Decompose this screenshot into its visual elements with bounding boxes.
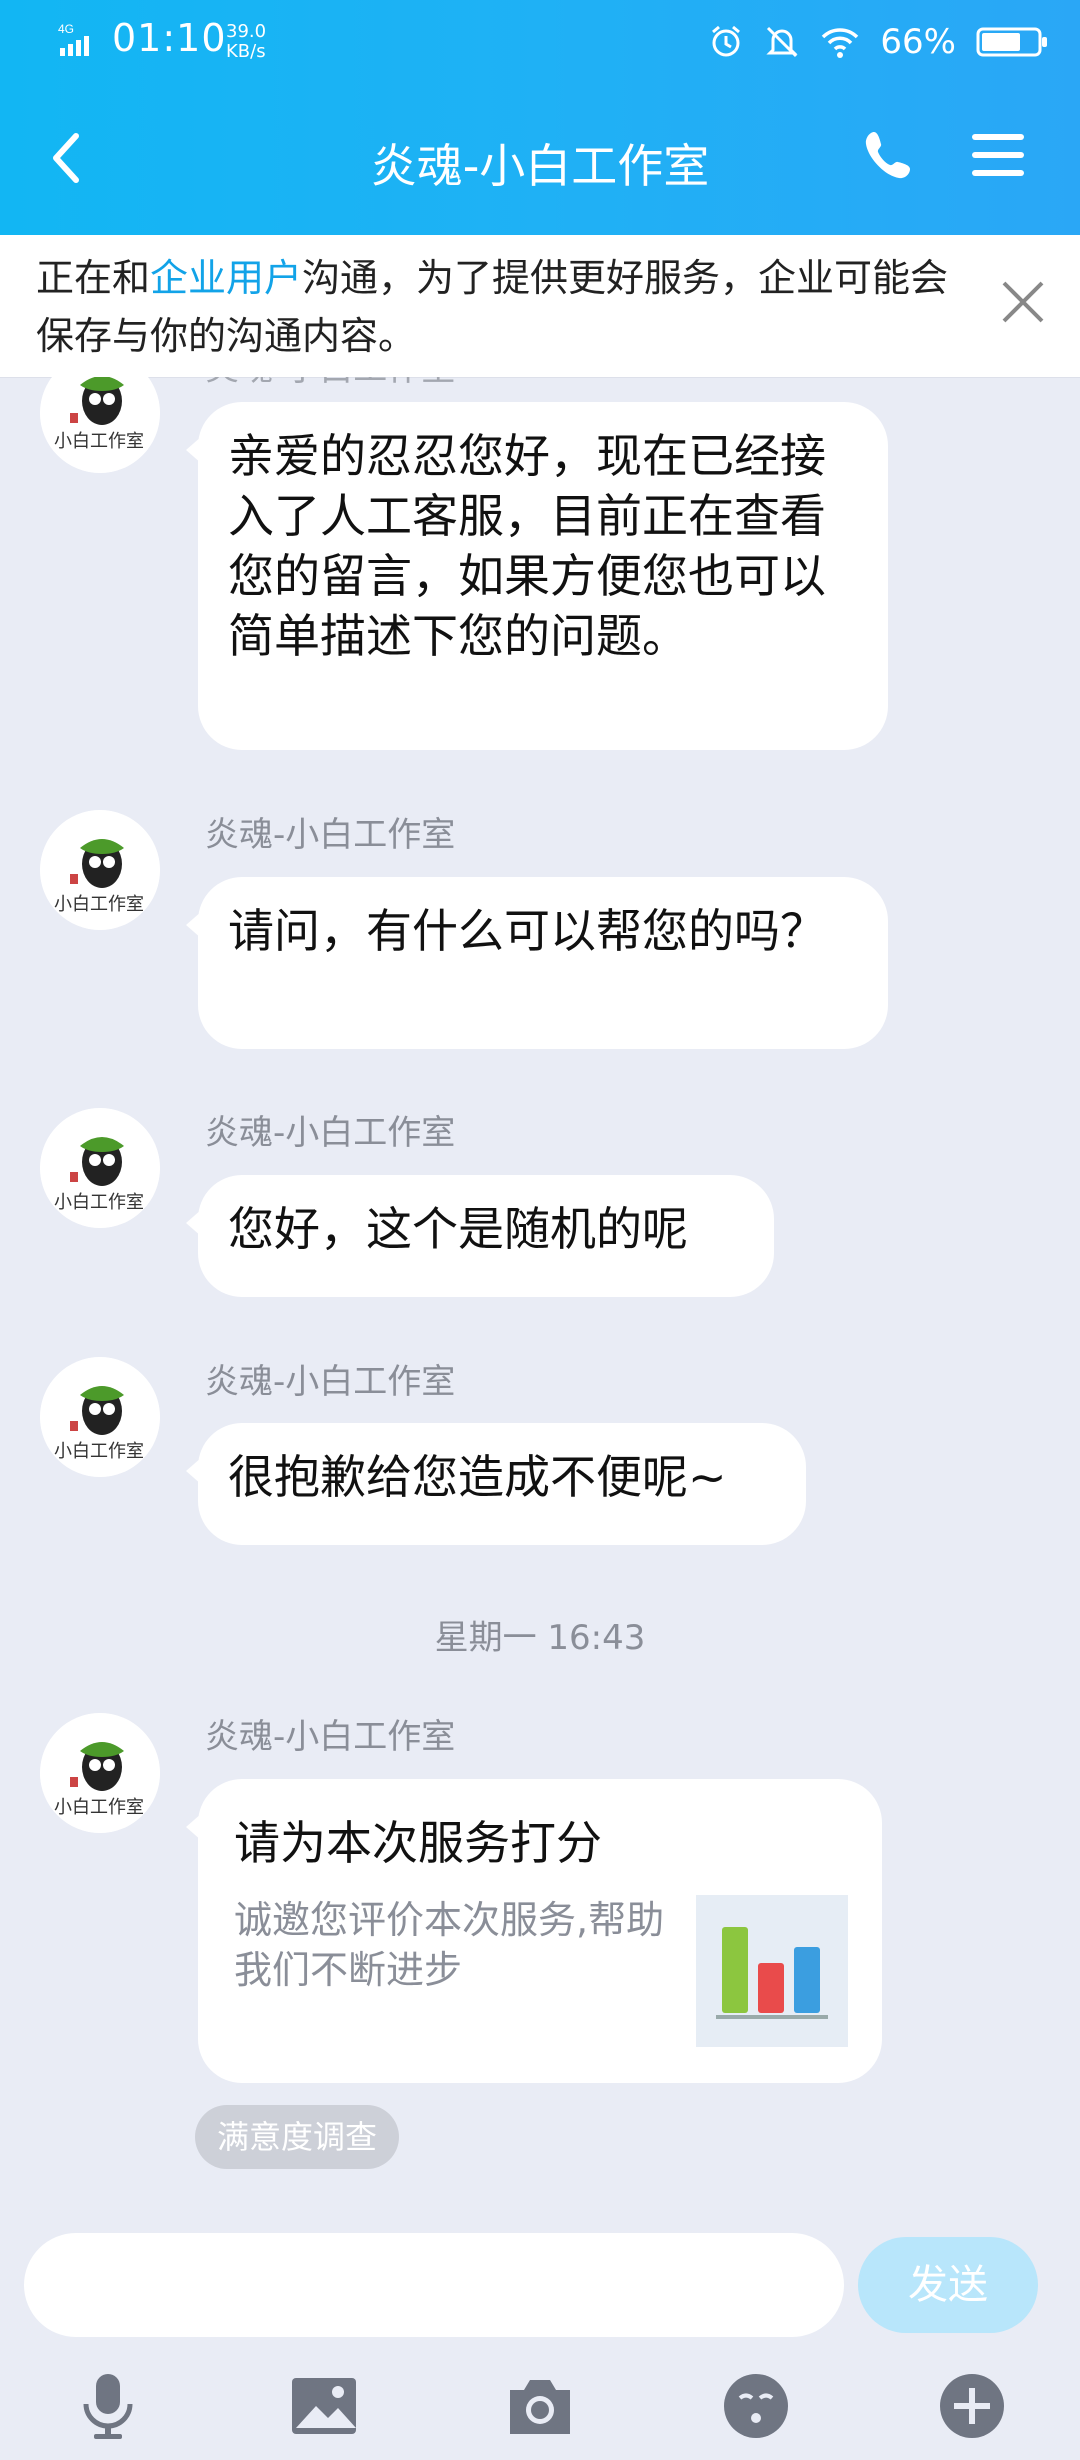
image-icon[interactable] <box>288 2370 360 2442</box>
svg-text:小白工作室: 小白工作室 <box>54 1441 144 1461</box>
message-bubble[interactable]: 请问，有什么可以帮您的吗？ <box>186 877 888 1049</box>
notice-text: 正在和企业用户沟通，为了提供更好服务，企业可能会保存与你的沟通内容。 <box>36 249 986 365</box>
alarm-icon <box>712 25 741 57</box>
message-bubble[interactable]: 很抱歉给您造成不便呢~ <box>186 1423 806 1545</box>
sender-name: 炎魂-小白工作室 <box>205 815 456 855</box>
phone-call-icon[interactable] <box>860 126 916 186</box>
sender-name: 炎魂-小白工作室 <box>205 1362 456 1402</box>
menu-icon[interactable] <box>970 130 1026 180</box>
message-bubble[interactable]: 亲爱的忍忍您好，现在已经接入了人工客服，目前正在查看您的留言，如果方便您也可以简… <box>186 402 888 750</box>
avatar[interactable]: 小白工作室 <box>40 1108 160 1228</box>
network-speed-unit: KB/s <box>226 41 266 62</box>
timestamp: 星期一 16:43 <box>434 1618 646 1658</box>
close-notice-icon[interactable] <box>998 277 1048 327</box>
microphone-icon[interactable] <box>72 2370 144 2442</box>
chat-title: 炎魂-小白工作室 <box>370 139 710 193</box>
card-title: 请为本次服务打分 <box>234 1816 602 1870</box>
avatar[interactable]: 小白工作室 <box>40 810 160 930</box>
sender-name: 炎魂-小白工作室 <box>205 1717 456 1757</box>
studio-logo-icon: 小白工作室 <box>40 1357 160 1477</box>
emoji-icon[interactable] <box>720 2370 792 2442</box>
network-type: 4G <box>58 22 74 36</box>
status-bar: 4G 01:10 39.0 KB/s 66% <box>0 0 1080 84</box>
notice-prefix: 正在和 <box>36 256 151 300</box>
message-text: 请问，有什么可以帮您的吗？ <box>228 904 826 958</box>
bottom-toolbar <box>0 2340 1080 2460</box>
studio-logo-icon: 小白工作室 <box>40 377 160 473</box>
wifi-icon <box>822 28 859 58</box>
battery-icon <box>976 27 1047 57</box>
avatar[interactable]: 小白工作室 <box>40 377 160 473</box>
network-speed-value: 39.0 <box>226 21 267 42</box>
input-bar: 发送 <box>0 2227 1080 2337</box>
svg-text:小白工作室: 小白工作室 <box>54 1192 144 1212</box>
send-button[interactable]: 发送 <box>858 2237 1038 2333</box>
bar-chart-icon <box>696 1895 848 2047</box>
sender-name: 炎魂-小白工作室 <box>205 377 455 390</box>
studio-logo-icon: 小白工作室 <box>40 810 160 930</box>
survey-tag[interactable]: 满意度调查 <box>195 2105 400 2169</box>
plus-icon[interactable] <box>936 2370 1008 2442</box>
notice-highlight-link[interactable]: 企业用户 <box>150 256 302 300</box>
message-bubble[interactable]: 您好，这个是随机的呢 <box>186 1175 774 1297</box>
studio-logo-icon: 小白工作室 <box>40 1108 160 1228</box>
avatar[interactable]: 小白工作室 <box>40 1357 160 1477</box>
status-time: 01:10 <box>112 16 227 60</box>
rating-card[interactable]: 请为本次服务打分 诚邀您评价本次服务,帮助我们不断进步 <box>186 1779 882 2083</box>
message-input[interactable] <box>24 2233 844 2337</box>
studio-logo-icon: 小白工作室 <box>40 1713 160 1833</box>
nav-bar: 炎魂-小白工作室 <box>0 100 1080 220</box>
message-text: 亲爱的忍忍您好，现在已经接入了人工客服，目前正在查看您的留言，如果方便您也可以简… <box>228 429 826 663</box>
battery-percent: 66% <box>880 22 956 62</box>
svg-text:小白工作室: 小白工作室 <box>54 1797 144 1817</box>
svg-text:小白工作室: 小白工作室 <box>54 431 144 451</box>
status-icons: 66% <box>708 20 1050 64</box>
sender-name: 炎魂-小白工作室 <box>205 1113 456 1153</box>
camera-icon[interactable] <box>504 2370 576 2442</box>
cellular-signal-icon: 4G <box>58 22 89 56</box>
mute-bell-icon <box>766 26 799 58</box>
enterprise-notice: 正在和企业用户沟通，为了提供更好服务，企业可能会保存与你的沟通内容。 <box>0 235 1080 378</box>
avatar[interactable]: 小白工作室 <box>40 1713 160 1833</box>
svg-text:小白工作室: 小白工作室 <box>54 894 144 914</box>
message-list[interactable]: 小白工作室 炎魂-小白工作室 亲爱的忍忍您好，现在已经接入了人工客服，目前正在查… <box>0 377 1080 2227</box>
header-bar: 4G 01:10 39.0 KB/s 66% 炎魂-小白工作室 <box>0 0 1080 235</box>
message-text: 您好，这个是随机的呢 <box>228 1202 688 1256</box>
network-speed: 39.0 KB/s <box>226 22 266 62</box>
message-text: 很抱歉给您造成不便呢~ <box>228 1450 727 1504</box>
card-description: 诚邀您评价本次服务,帮助我们不断进步 <box>234 1898 665 1992</box>
